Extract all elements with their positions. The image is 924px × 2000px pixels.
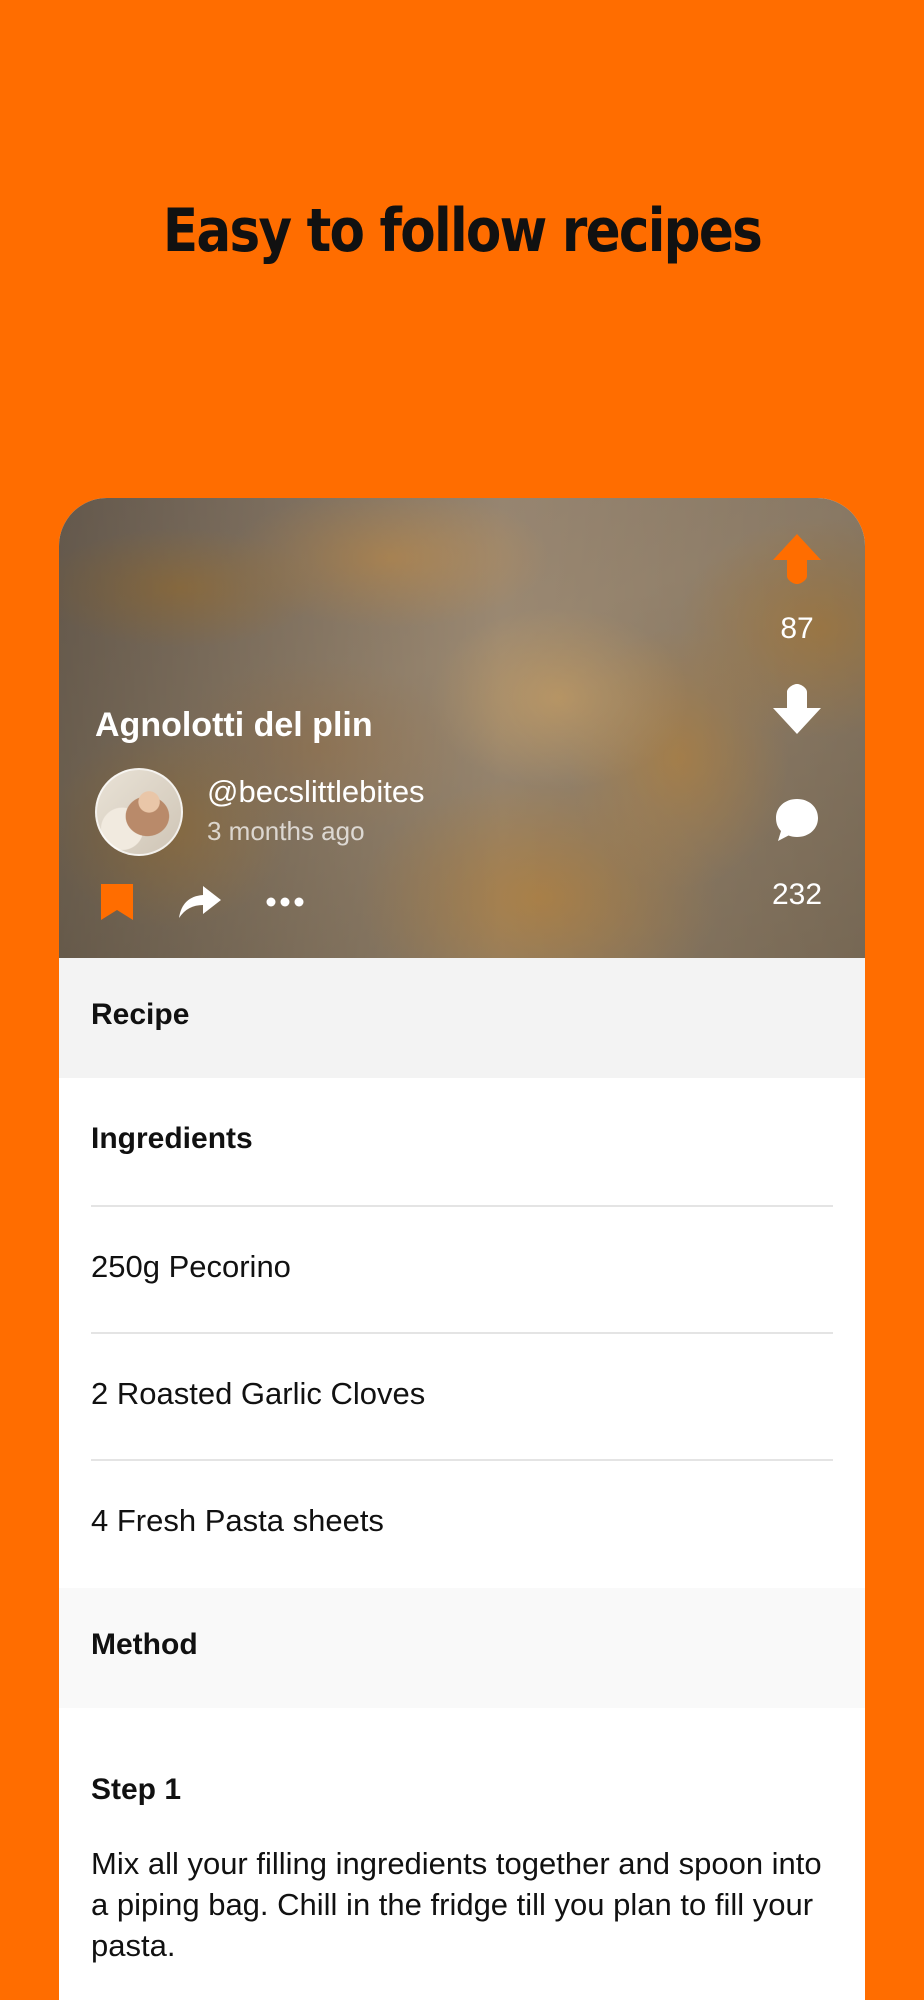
divider xyxy=(91,1205,833,1207)
upvote-arrow-icon[interactable] xyxy=(771,532,823,584)
recipe-title: Agnolotti del plin xyxy=(95,706,373,744)
page-headline: Easy to follow recipes xyxy=(162,196,763,266)
ingredient-item: 4 Fresh Pasta sheets xyxy=(91,1503,384,1538)
downvote-arrow-icon[interactable] xyxy=(771,684,823,736)
ingredient-item: 250g Pecorino xyxy=(91,1249,291,1284)
recipe-hero-image[interactable]: Agnolotti del plin @becslittlebites 3 mo… xyxy=(59,498,865,958)
comment-icon[interactable] xyxy=(773,796,821,844)
avatar[interactable] xyxy=(95,768,183,856)
recipe-section-label: Recipe xyxy=(91,998,190,1031)
comment-count: 232 xyxy=(771,878,823,911)
recipe-card: Agnolotti del plin @becslittlebites 3 mo… xyxy=(59,498,865,2000)
post-timestamp: 3 months ago xyxy=(207,816,365,846)
step-title: Step 1 xyxy=(91,1773,182,1806)
divider xyxy=(91,1332,833,1334)
share-icon[interactable] xyxy=(177,882,223,922)
divider xyxy=(91,1459,833,1461)
recipe-section-header: Recipe xyxy=(59,958,865,1078)
method-section-header: Method xyxy=(59,1588,865,1708)
bookmark-icon[interactable] xyxy=(97,882,137,922)
method-section-label: Method xyxy=(91,1628,198,1661)
vote-count: 87 xyxy=(780,612,814,645)
author-username[interactable]: @becslittlebites xyxy=(207,774,425,810)
step-description: Mix all your filling ingredients togethe… xyxy=(91,1846,822,1963)
ingredients-title: Ingredients xyxy=(91,1122,253,1155)
ingredient-item: 2 Roasted Garlic Cloves xyxy=(91,1376,426,1411)
more-icon[interactable] xyxy=(265,892,305,912)
